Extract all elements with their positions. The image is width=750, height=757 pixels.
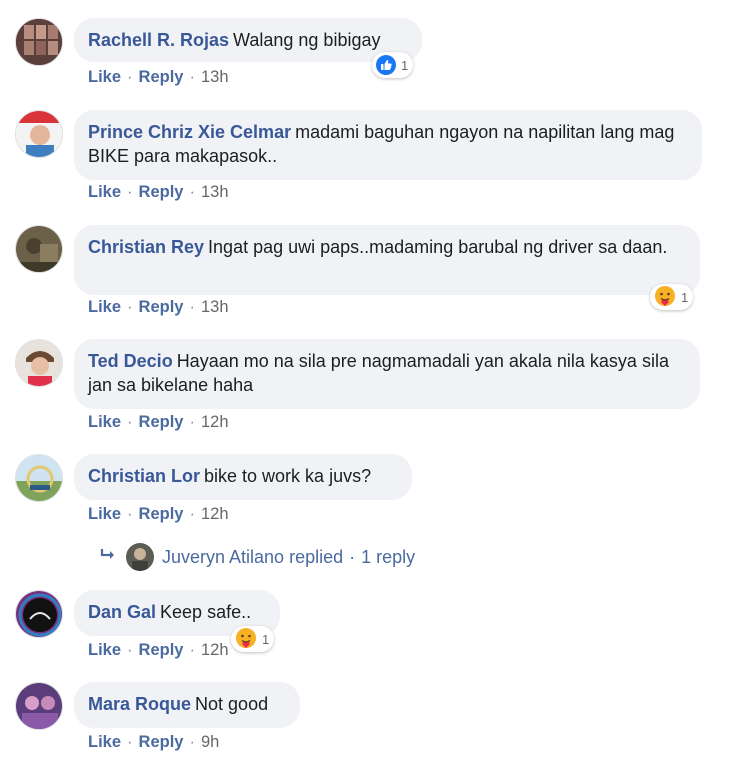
separator: ·	[189, 413, 195, 431]
comment-actions: Like · Reply · 12h	[88, 505, 229, 524]
avatar[interactable]	[15, 590, 63, 638]
separator: ·	[189, 641, 195, 659]
separator: ·	[127, 183, 133, 201]
comment-bubble: Mara Roque Not good	[74, 682, 300, 728]
separator: ·	[189, 183, 195, 201]
comment-author[interactable]: Ted Decio	[88, 351, 173, 371]
separator: ·	[127, 641, 133, 659]
reply-link[interactable]: Reply	[139, 413, 184, 431]
avatar-image	[16, 19, 62, 65]
like-link[interactable]: Like	[88, 733, 121, 751]
reply-link[interactable]: Reply	[139, 733, 184, 751]
comment-author[interactable]: Mara Roque	[88, 694, 191, 714]
comment-author[interactable]: Christian Lor	[88, 466, 200, 486]
avatar	[126, 543, 154, 571]
avatar-image	[16, 340, 62, 386]
separator: ·	[127, 733, 133, 751]
view-replies-link[interactable]: Juveryn Atilano replied · 1 reply	[100, 542, 415, 572]
comment-text: Hayaan mo na sila pre nagmamadali yan ak…	[88, 351, 669, 395]
separator: ·	[349, 546, 356, 567]
comment-text: Not good	[195, 694, 269, 714]
avatar[interactable]	[15, 339, 63, 387]
like-link[interactable]: Like	[88, 183, 121, 201]
avatar-image	[16, 591, 62, 637]
comment-bubble: Prince Chriz Xie Celmar madami baguhan ng…	[74, 110, 702, 180]
comment-text: Ingat pag uwi paps..madaming barubal ng …	[208, 237, 668, 257]
timestamp[interactable]: 9h	[201, 733, 219, 751]
comment-text: bike to work ka juvs?	[204, 466, 372, 486]
like-link[interactable]: Like	[88, 641, 121, 659]
comment-author[interactable]: Rachell R. Rojas	[88, 30, 229, 50]
separator: ·	[127, 298, 133, 316]
reaction-summary[interactable]: 1	[231, 626, 275, 652]
timestamp[interactable]: 13h	[201, 183, 229, 201]
care-reaction-icon	[236, 628, 256, 648]
timestamp[interactable]: 13h	[201, 298, 229, 316]
separator: ·	[189, 298, 195, 316]
replier-text: Juveryn Atilano replied	[162, 546, 344, 567]
comment-actions: Like · Reply · 13h	[88, 68, 229, 87]
comment-actions: Like · Reply · 12h	[88, 413, 229, 432]
comment-bubble: Christian Rey Ingat pag uwi paps..madamin…	[74, 225, 700, 295]
comment-text: Walang ng bibigay	[233, 30, 381, 50]
reaction-count: 1	[262, 631, 270, 647]
comment-actions: Like · Reply · 13h	[88, 183, 229, 202]
reaction-summary[interactable]: 1	[650, 284, 694, 310]
comment-actions: Like · Reply · 13h	[88, 298, 229, 317]
avatar[interactable]	[15, 682, 63, 730]
separator: ·	[127, 413, 133, 431]
avatar[interactable]	[15, 225, 63, 273]
avatar-image	[16, 683, 62, 729]
care-reaction-icon	[655, 286, 675, 306]
comment-actions: Like · Reply · 9h	[88, 733, 219, 752]
comment-author[interactable]: Prince Chriz Xie Celmar	[88, 122, 291, 142]
timestamp[interactable]: 13h	[201, 68, 229, 86]
reply-link[interactable]: Reply	[139, 505, 184, 523]
reply-link[interactable]: Reply	[139, 183, 184, 201]
like-link[interactable]: Like	[88, 505, 121, 523]
timestamp[interactable]: 12h	[201, 505, 229, 523]
separator: ·	[127, 68, 133, 86]
reaction-count: 1	[681, 289, 689, 305]
like-reaction-icon	[376, 55, 396, 75]
separator: ·	[189, 505, 195, 523]
avatar-image	[16, 111, 62, 157]
reaction-summary[interactable]: 1	[372, 52, 414, 78]
reply-link[interactable]: Reply	[139, 641, 184, 659]
like-link[interactable]: Like	[88, 298, 121, 316]
avatar[interactable]	[15, 18, 63, 66]
comment-bubble: Ted Decio Hayaan mo na sila pre nagmamada…	[74, 339, 700, 409]
reply-link[interactable]: Reply	[139, 298, 184, 316]
comment-author[interactable]: Christian Rey	[88, 237, 204, 257]
timestamp[interactable]: 12h	[201, 413, 229, 431]
avatar-image	[16, 455, 62, 501]
comment-text: Keep safe..	[160, 602, 252, 622]
like-link[interactable]: Like	[88, 68, 121, 86]
like-link[interactable]: Like	[88, 413, 121, 431]
comment-actions: Like · Reply · 12h	[88, 641, 229, 660]
comment-bubble: Rachell R. Rojas Walang ng bibigay	[74, 18, 422, 62]
separator: ·	[189, 733, 195, 751]
separator: ·	[127, 505, 133, 523]
avatar[interactable]	[15, 110, 63, 158]
comment-bubble: Christian Lor bike to work ka juvs?	[74, 454, 412, 500]
comment-author[interactable]: Dan Gal	[88, 602, 156, 622]
reply-link[interactable]: Reply	[139, 68, 184, 86]
timestamp[interactable]: 12h	[201, 641, 229, 659]
avatar[interactable]	[15, 454, 63, 502]
avatar-image	[16, 226, 62, 272]
reply-arrow-icon	[100, 548, 116, 567]
reaction-count: 1	[401, 57, 409, 73]
separator: ·	[189, 68, 195, 86]
reply-count: 1 reply	[361, 546, 416, 567]
